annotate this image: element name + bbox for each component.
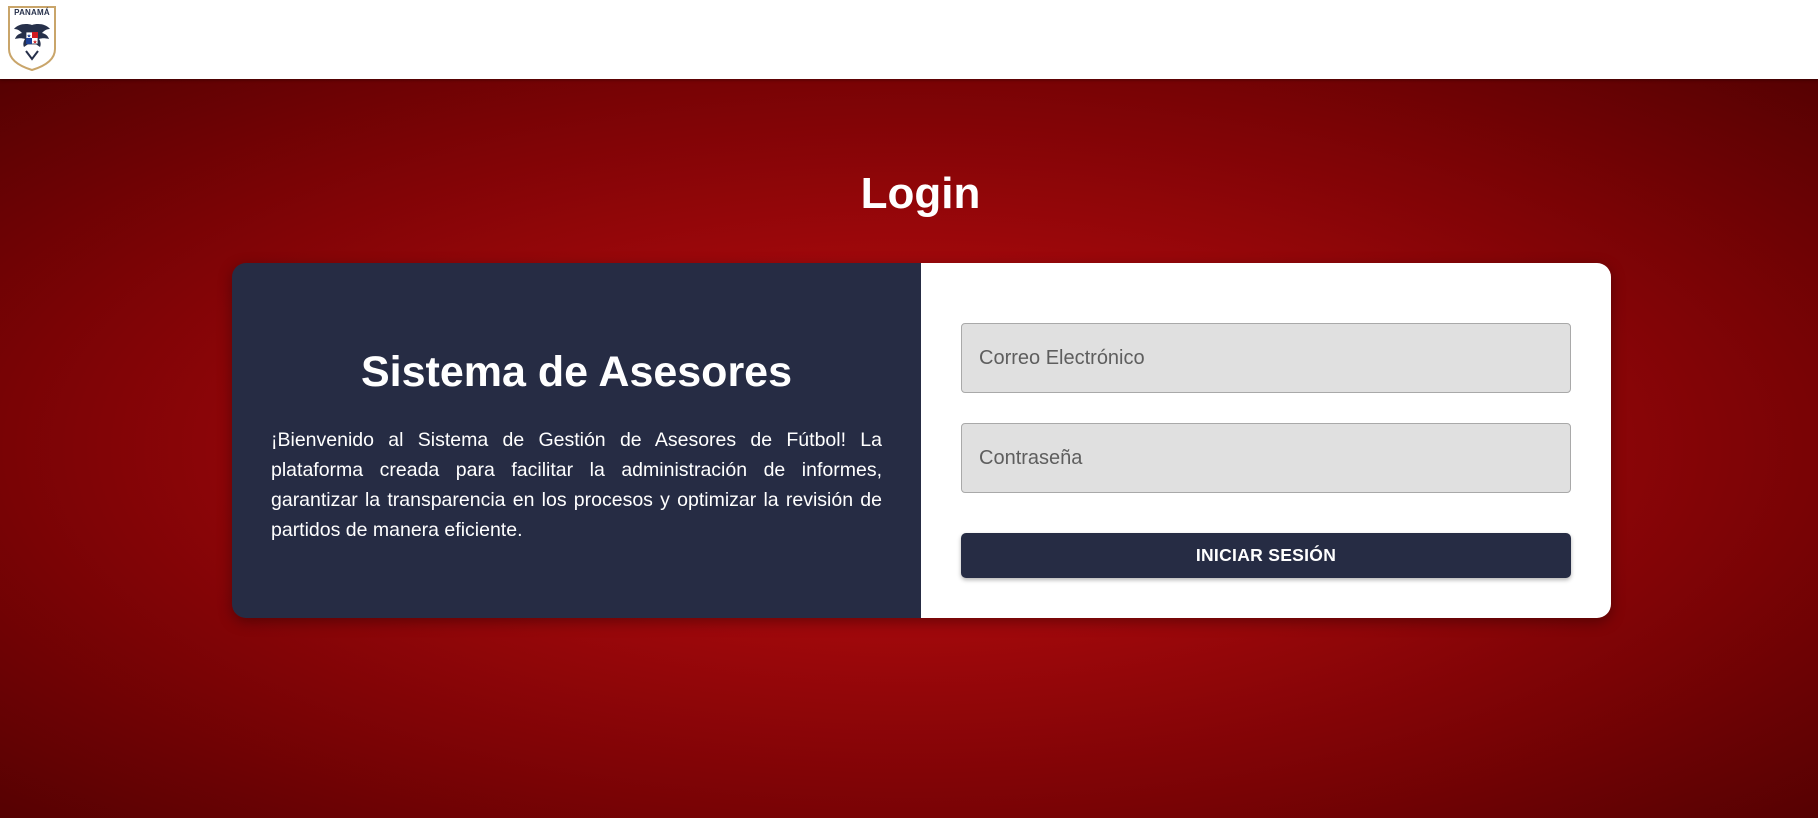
top-header: PANAMÁ	[0, 0, 1818, 79]
login-card: Sistema de Asesores ¡Bienvenido al Siste…	[232, 263, 1611, 618]
info-panel: Sistema de Asesores ¡Bienvenido al Siste…	[232, 263, 921, 618]
logo-text: PANAMÁ	[14, 8, 50, 17]
email-field[interactable]	[961, 323, 1571, 393]
login-form: INICIAR SESIÓN	[921, 263, 1611, 618]
login-button[interactable]: INICIAR SESIÓN	[961, 533, 1571, 578]
login-background: Login Sistema de Asesores ¡Bienvenido al…	[0, 79, 1818, 818]
logo[interactable]: PANAMÁ	[6, 5, 58, 71]
page-title: Login	[860, 169, 981, 218]
password-field[interactable]	[961, 423, 1571, 493]
welcome-text: ¡Bienvenido al Sistema de Gestión de Ase…	[271, 429, 882, 541]
system-heading: Sistema de Asesores	[360, 348, 793, 396]
